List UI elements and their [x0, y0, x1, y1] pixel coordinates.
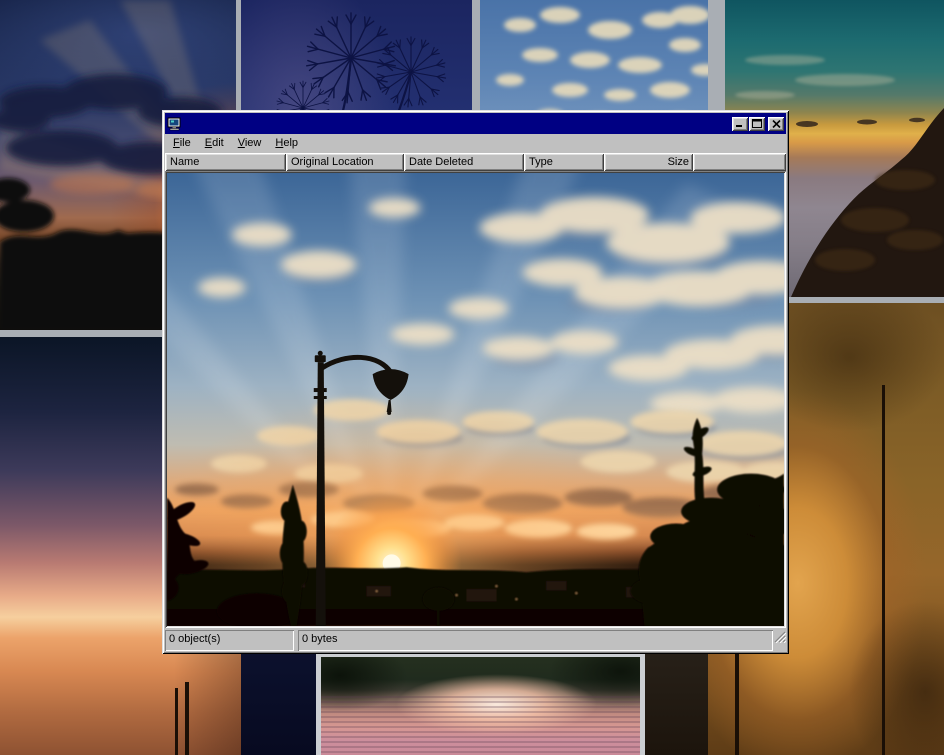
- sunset-sky-lamppost-photo: [167, 173, 784, 626]
- list-view-area[interactable]: [165, 171, 786, 628]
- resize-grip[interactable]: [773, 630, 786, 651]
- minimize-icon: [735, 119, 745, 128]
- wallpaper-tile-water-reflection: [316, 652, 645, 755]
- menu-view[interactable]: View: [231, 135, 269, 152]
- column-header-date-deleted[interactable]: Date Deleted: [404, 153, 524, 171]
- maximize-button[interactable]: [749, 117, 765, 131]
- list-column-header: Name Original Location Date Deleted Type…: [165, 153, 786, 171]
- title-bar[interactable]: [165, 113, 786, 134]
- column-header-filler: [693, 153, 786, 171]
- menu-bar: File Edit View Help: [165, 134, 786, 153]
- column-header-size[interactable]: Size: [604, 153, 693, 171]
- water-pole-silhouette: [185, 682, 189, 755]
- computer-icon: [167, 117, 182, 131]
- close-icon: [772, 120, 781, 128]
- menu-edit[interactable]: Edit: [198, 135, 231, 152]
- water-pole-silhouette: [175, 688, 178, 755]
- close-button[interactable]: [768, 117, 784, 131]
- lamppost-pole-silhouette: [882, 385, 885, 755]
- status-byte-count: 0 bytes: [298, 630, 773, 651]
- resize-grip-icon: [773, 630, 786, 643]
- status-bar: 0 object(s) 0 bytes: [165, 628, 786, 651]
- menu-file[interactable]: File: [166, 135, 198, 152]
- column-header-original-location[interactable]: Original Location: [286, 153, 404, 171]
- column-header-name[interactable]: Name: [165, 153, 286, 171]
- maximize-icon: [752, 119, 762, 128]
- menu-help[interactable]: Help: [268, 135, 305, 152]
- minimize-button[interactable]: [732, 117, 748, 131]
- recycle-bin-window: File Edit View Help Name Original Locati…: [162, 110, 789, 654]
- status-object-count: 0 object(s): [165, 630, 294, 651]
- desktop-wallpaper[interactable]: File Edit View Help Name Original Locati…: [0, 0, 944, 755]
- column-header-type[interactable]: Type: [524, 153, 604, 171]
